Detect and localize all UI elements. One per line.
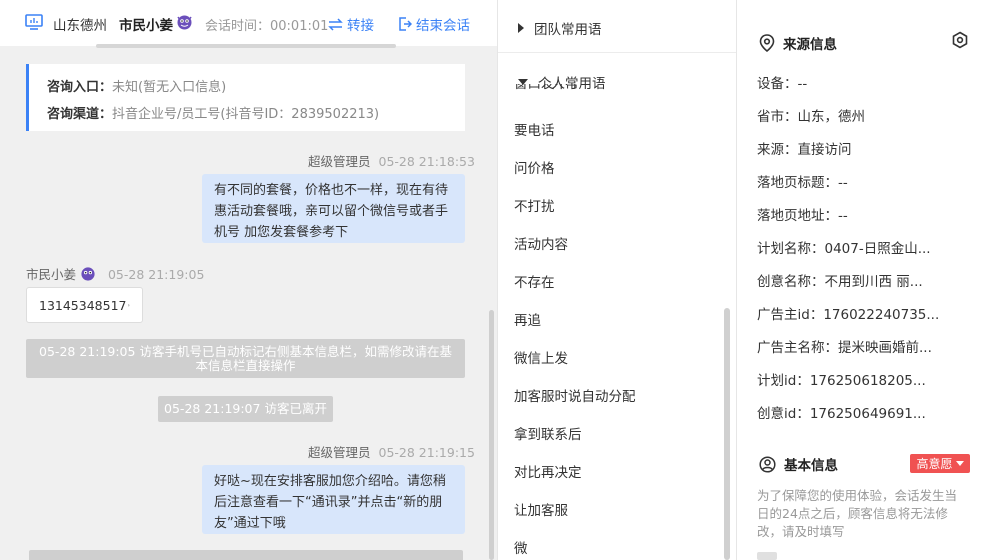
settings-icon[interactable] [951,31,969,49]
info-field-creative-id: 创意id：176250649691... [757,406,926,422]
info-field-plan-id: 计划id：176250618205... [757,373,926,389]
user-circle-icon [759,455,776,473]
visitor-info-panel: 来源信息 设备：-- 省市：山东，德州 来源：直接访问 落地页标题：-- 落地页… [737,0,985,560]
intent-level-dropdown[interactable]: 高意愿 [910,454,970,473]
consult-info-card: 咨询入口：未知(暂无入口信息) 咨询渠道：抖音企业号/员工号(抖音号ID：283… [26,64,465,131]
info-field-source: 来源：直接访问 [757,142,852,158]
phrase-item[interactable]: 让加客服 [514,499,568,519]
session-timer: 会话时间：00:01:01 [205,19,329,34]
info-field-device: 设备：-- [757,76,808,92]
copy-icon[interactable] [128,299,130,312]
message-sender-line: 市民小姜 05-28 21:19:05 [26,267,205,282]
phrase-item[interactable]: 不打扰 [514,195,555,215]
system-message: 05-28 21:19:05 访客手机号已自动标记右侧基本信息栏，如需修改请在基… [26,339,465,378]
phrase-item[interactable]: 要电话 [514,119,555,139]
phrase-item[interactable]: 窗口发不了 [514,84,582,94]
chat-panel: 山东德州 市民小姜 会话时间：00:01:01 转接 结束会话 咨询入口：未知(… [0,0,497,560]
source-info-title: 来源信息 [759,33,837,53]
caret-right-icon [518,23,524,33]
transfer-icon [328,17,343,31]
transfer-button[interactable]: 转接 [328,14,374,34]
edit-deadline-notice: 为了保障您的使用体验，会话发生当日的24点之后，顾客信息将无法修改，请及时填写 [757,488,958,539]
team-phrases-group[interactable]: 团队常用语 [518,18,602,38]
phrases-scrollbar[interactable] [724,308,730,560]
transfer-label: 转接 [347,18,374,34]
scrolled-message-remnant [96,44,396,48]
phrase-item[interactable]: 微信上发 [514,347,568,367]
clipped-field-label [757,552,777,560]
phrase-item[interactable]: 活动内容 [514,233,568,253]
consult-entry: 咨询入口：未知(暂无入口信息) [47,80,227,95]
phrase-item[interactable]: 再追 [514,309,541,329]
phrase-item[interactable]: 拿到联系后 [514,423,582,443]
info-field-creative-name: 创意名称：不用到川西 丽... [757,274,923,290]
end-session-button[interactable]: 结束会话 [398,14,470,34]
system-message-clipped [29,550,463,560]
consult-channel: 咨询渠道：抖音企业号/员工号(抖音号ID：2839502213) [47,107,380,122]
basic-info-title: 基本信息 [759,454,838,474]
phrase-item[interactable]: 问价格 [514,157,555,177]
phrase-item[interactable]: 不存在 [514,271,555,291]
caret-down-icon [955,461,964,466]
phrase-item[interactable]: 对比再决定 [514,461,582,481]
quick-phrases-panel: 团队常用语 个人常用语 窗口发不了 要电话 问价格 不打扰 活动内容 不存在 再… [497,0,737,560]
message-sender-line: 超级管理员 05-28 21:19:15 [308,445,475,460]
visitor-location: 山东德州 [53,18,107,34]
end-session-label: 结束会话 [416,18,470,34]
monster-avatar-icon [177,15,192,30]
info-field-plan-name: 计划名称：0407-日照金山... [757,241,931,257]
exit-icon [399,17,412,31]
info-field-advertiser-id: 广告主id：176022240735... [757,307,940,323]
monster-avatar-icon [81,267,95,281]
info-field-landing-url: 落地页地址：-- [757,208,848,224]
visitor-message-bubble[interactable]: 13145348517 [26,287,143,323]
phrase-item[interactable]: 微 [514,537,528,557]
message-sender-line: 超级管理员 05-28 21:18:53 [308,154,475,169]
system-message: 05-28 21:19:07 访客已离开 [158,396,333,422]
chat-header: 山东德州 市民小姜 会话时间：00:01:01 转接 结束会话 [0,0,497,46]
info-field-province: 省市：山东，德州 [757,109,865,125]
visitor-name: 市民小姜 [119,18,173,34]
divider [498,52,736,53]
location-pin-icon [759,34,775,52]
phrase-item[interactable]: 加客服时说自动分配 [514,385,636,405]
agent-message-bubble: 好哒~现在安排客服加您介绍哈。请您稍 后注意查看一下“通讯录”并点击“新的朋 友… [202,465,465,534]
chat-scrollbar[interactable] [489,310,494,560]
agent-message-bubble: 有不同的套餐，价格也不一样，现在有待 惠活动套餐哦，亲可以留个微信号或者手 机号… [202,174,465,243]
monitor-icon [25,14,43,30]
info-field-advertiser-name: 广告主名称：提米映画婚前... [757,340,932,356]
info-field-landing-title: 落地页标题：-- [757,175,848,191]
